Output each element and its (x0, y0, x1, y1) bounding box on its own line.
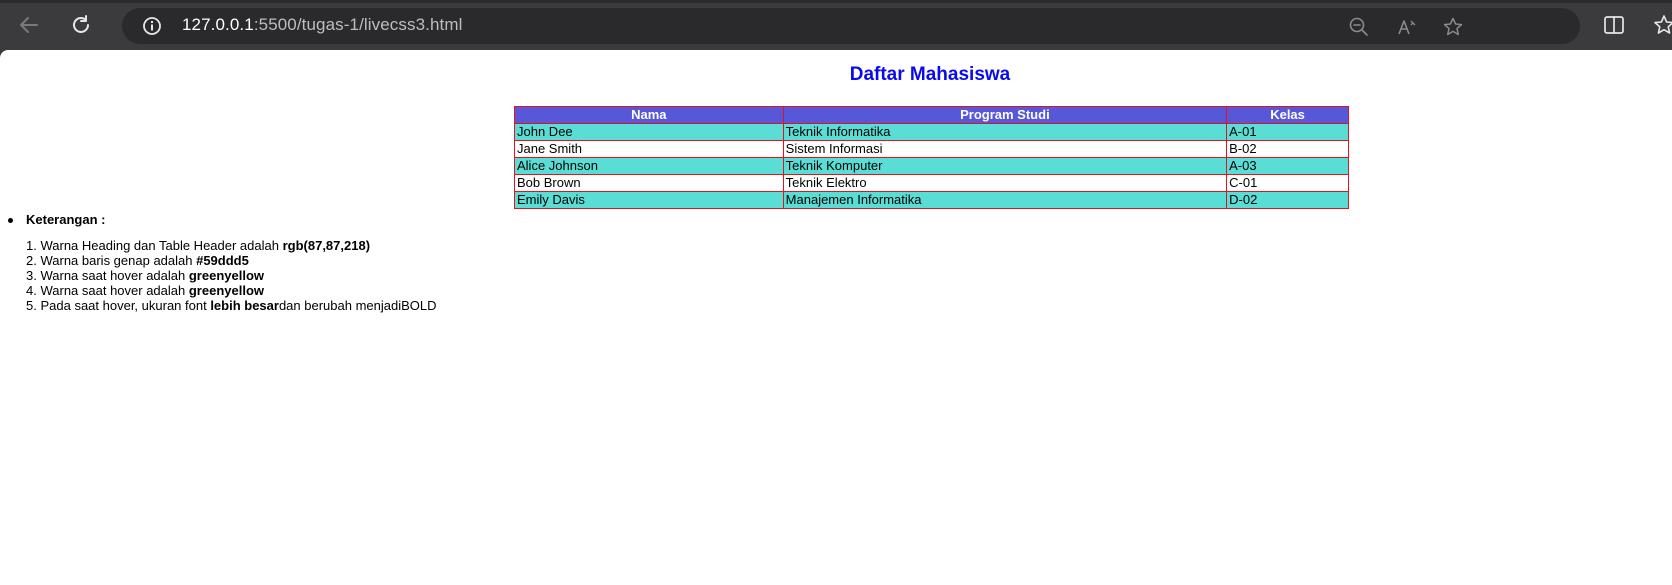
page-heading: Daftar Mahasiswa (849, 64, 1011, 85)
note-text: Pada saat hover, ukuran font (40, 298, 211, 313)
browser-toolbar: 127.0.0.1:5500/tugas-1/livecss3.html (0, 0, 1672, 50)
column-header-kelas: Kelas (1226, 106, 1349, 124)
cell-nama: John Dee (514, 123, 784, 141)
cell-nama: Alice Johnson (514, 157, 784, 175)
note-text: Warna Heading dan Table Header adalah (40, 238, 283, 253)
table-header-row: Nama Program Studi Kelas (514, 106, 1349, 124)
tab-strip-edge (0, 0, 1672, 3)
page-viewport: Daftar Mahasiswa Nama Program Studi Kela… (0, 50, 1672, 585)
note-number: 4. (26, 283, 37, 298)
note-number: 2. (26, 253, 37, 268)
table-row[interactable]: Alice Johnson Teknik Komputer A-03 (514, 157, 1349, 175)
bullet-icon (8, 218, 13, 223)
cell-program-studi: Teknik Informatika (782, 123, 1228, 141)
url-host: 127.0.0.1 (182, 15, 254, 34)
note-item: 1. Warna Heading dan Table Header adalah… (26, 238, 437, 253)
cell-program-studi: Sistem Informasi (782, 140, 1228, 158)
note-item: 5. Pada saat hover, ukuran font lebih be… (26, 298, 437, 313)
table-row[interactable]: Jane Smith Sistem Informasi B-02 (514, 140, 1349, 158)
table-row[interactable]: Bob Brown Teknik Elektro C-01 (514, 174, 1349, 192)
favorites-icon[interactable] (1652, 13, 1672, 37)
cell-nama: Emily Davis (514, 191, 784, 209)
note-item: 4. Warna saat hover adalah greenyellow (26, 283, 437, 298)
star-icon[interactable] (1442, 16, 1464, 38)
column-header-nama: Nama (514, 106, 784, 124)
cell-kelas: C-01 (1226, 174, 1349, 192)
table-row[interactable]: John Dee Teknik Informatika A-01 (514, 123, 1349, 141)
url-path: :5500/tugas-1/livecss3.html (253, 15, 463, 34)
info-icon[interactable] (142, 16, 162, 36)
reload-button[interactable] (66, 10, 96, 40)
note-number: 5. (26, 298, 37, 313)
keterangan-title: Keterangan : (26, 212, 106, 227)
cell-program-studi: Manajemen Informatika (782, 191, 1228, 209)
student-table: Nama Program Studi Kelas John Dee Teknik… (514, 106, 1349, 209)
cell-kelas: D-02 (1226, 191, 1349, 209)
note-after: dan berubah menjadiBOLD (278, 298, 437, 313)
cell-nama: Bob Brown (514, 174, 784, 192)
note-number: 1. (26, 238, 37, 253)
note-text: Warna saat hover adalah (40, 268, 189, 283)
note-bold: greenyellow (188, 268, 264, 283)
url-text[interactable]: 127.0.0.1:5500/tugas-1/livecss3.html (182, 15, 463, 35)
notes-list: 1. Warna Heading dan Table Header adalah… (26, 238, 437, 313)
address-bar[interactable]: 127.0.0.1:5500/tugas-1/livecss3.html (122, 8, 1580, 44)
arrow-left-icon (20, 17, 38, 33)
cell-kelas: A-01 (1226, 123, 1349, 141)
note-item: 3. Warna saat hover adalah greenyellow (26, 268, 437, 283)
read-aloud-icon[interactable] (1396, 16, 1418, 38)
note-bold: lebih besar (210, 298, 279, 313)
cell-kelas: B-02 (1226, 140, 1349, 158)
reload-icon (73, 15, 89, 33)
note-text: Warna saat hover adalah (40, 283, 189, 298)
note-text: Warna baris genap adalah (40, 253, 197, 268)
table-row[interactable]: Emily Davis Manajemen Informatika D-02 (514, 191, 1349, 209)
note-bold: greenyellow (188, 283, 264, 298)
zoom-out-icon[interactable] (1348, 16, 1370, 38)
cell-kelas: A-03 (1226, 157, 1349, 175)
cell-nama: Jane Smith (514, 140, 784, 158)
note-bold: #59ddd5 (196, 253, 249, 268)
cell-program-studi: Teknik Elektro (782, 174, 1228, 192)
note-number: 3. (26, 268, 37, 283)
cell-program-studi: Teknik Komputer (782, 157, 1228, 175)
column-header-program-studi: Program Studi (782, 106, 1228, 124)
split-screen-icon[interactable] (1602, 13, 1626, 37)
back-button[interactable] (14, 10, 44, 40)
note-item: 2. Warna baris genap adalah #59ddd5 (26, 253, 437, 268)
note-bold: rgb(87,87,218) (282, 238, 371, 253)
